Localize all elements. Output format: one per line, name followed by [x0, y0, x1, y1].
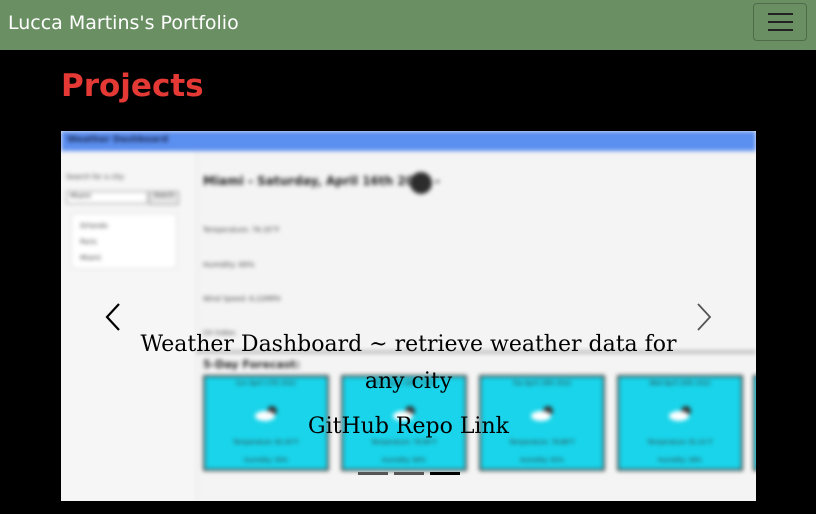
- forecast-humidity: Humidity: 59%: [243, 457, 289, 464]
- search-value: Miami: [70, 192, 92, 200]
- city-item: Miami: [80, 254, 102, 262]
- navbar-toggle-button[interactable]: [753, 3, 807, 41]
- forecast-humidity: Humidity: 65%: [519, 457, 565, 464]
- carousel-indicator[interactable]: [358, 472, 388, 475]
- weather-stat: Humidity: 69%: [203, 261, 255, 269]
- search-label: Search for a city:: [66, 173, 126, 181]
- weather-stat: Wind Speed: 6.22MPH: [203, 295, 281, 303]
- carousel-caption-title: Weather Dashboard ~ retrieve weather dat…: [140, 332, 677, 394]
- forecast-humidity: Humidity: 66%: [381, 457, 427, 464]
- weather-main-title: Miami - Saturday, April 16th 2022 -: [203, 174, 440, 188]
- forecast-card-partial: [753, 375, 756, 471]
- page-title: Projects: [61, 68, 204, 104]
- weather-stat: Temperature: 76.35°F: [203, 226, 280, 234]
- city-item: Paris: [80, 238, 97, 246]
- project-carousel: Weather Dashboard Search for a city: Mia…: [61, 131, 756, 501]
- github-repo-link[interactable]: GitHub Repo Link: [121, 412, 696, 442]
- city-item: Orlando: [80, 222, 108, 230]
- search-input: Miami: [66, 191, 148, 204]
- hamburger-icon: [768, 13, 793, 31]
- navbar-brand[interactable]: Lucca Martins's Portfolio: [8, 11, 239, 35]
- weather-icon: [410, 172, 432, 194]
- app-title: Weather Dashboard: [67, 135, 169, 145]
- chevron-left-icon[interactable]: [99, 301, 129, 333]
- app-titlebar: Weather Dashboard: [61, 131, 756, 151]
- carousel-indicator-active[interactable]: [430, 472, 460, 475]
- project-screenshot: Weather Dashboard Search for a city: Mia…: [61, 131, 756, 501]
- chevron-right-icon[interactable]: [688, 301, 718, 333]
- city-history-list: Orlando Paris Miami: [71, 213, 177, 269]
- carousel-indicator[interactable]: [394, 472, 424, 475]
- forecast-humidity: Humidity: 58%: [657, 457, 703, 464]
- search-button: Search: [149, 191, 179, 205]
- navbar: Lucca Martins's Portfolio: [0, 0, 816, 50]
